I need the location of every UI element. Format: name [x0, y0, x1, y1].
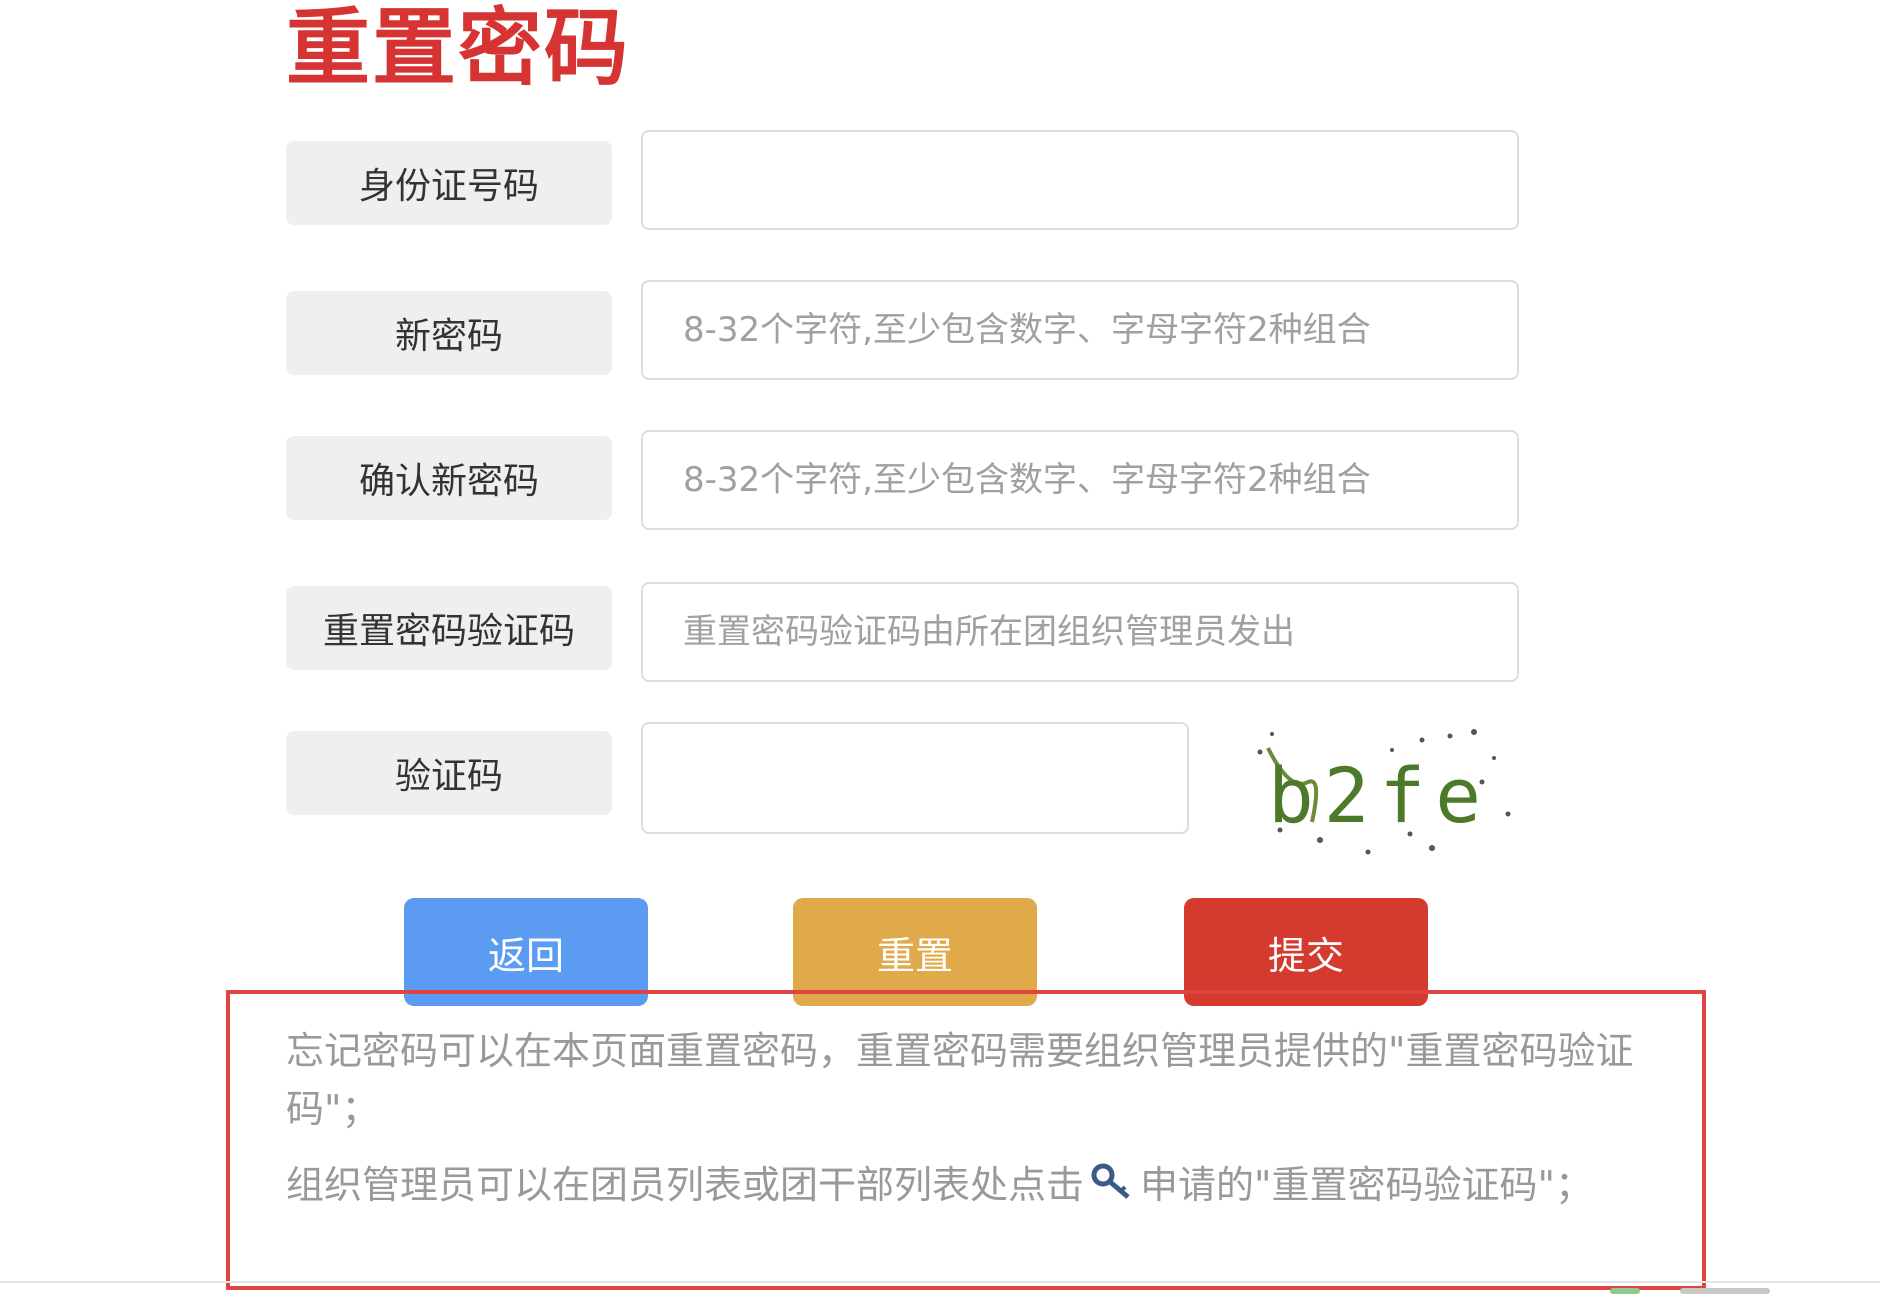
confirm-password-label: 确认新密码 [286, 436, 612, 520]
captcha-input[interactable] [641, 722, 1189, 834]
notice-box: 忘记密码可以在本页面重置密码，重置密码需要组织管理员提供的"重置密码验证码"； … [226, 990, 1706, 1290]
notice-line-2-after: 申请的"重置密码验证码"； [1140, 1163, 1593, 1207]
notice-line-2-before: 组织管理员可以在团员列表或团干部列表处点击 [286, 1163, 1085, 1207]
captcha-text: b2fe [1268, 751, 1491, 840]
notice-line-1: 忘记密码可以在本页面重置密码，重置密码需要组织管理员提供的"重置密码验证码"； [286, 1029, 1634, 1131]
page-title: 重置密码 [286, 0, 631, 97]
new-password-label: 新密码 [286, 291, 612, 375]
corner-mark [1610, 1288, 1640, 1294]
id-number-input[interactable] [641, 130, 1519, 230]
key-icon [1090, 1159, 1134, 1217]
confirm-password-input[interactable] [641, 430, 1519, 530]
corner-mark [1680, 1288, 1770, 1294]
notice-line-2: 组织管理员可以在团员列表或团干部列表处点击 申请的"重置密码验证码"； [286, 1156, 1646, 1217]
reset-code-input[interactable] [641, 582, 1519, 682]
new-password-input[interactable] [641, 280, 1519, 380]
id-number-label: 身份证号码 [286, 141, 612, 225]
captcha-label: 验证码 [286, 731, 612, 815]
bottom-divider [0, 1281, 1880, 1283]
reset-code-label: 重置密码验证码 [286, 586, 612, 670]
captcha-image[interactable]: b2fe [1250, 722, 1520, 862]
